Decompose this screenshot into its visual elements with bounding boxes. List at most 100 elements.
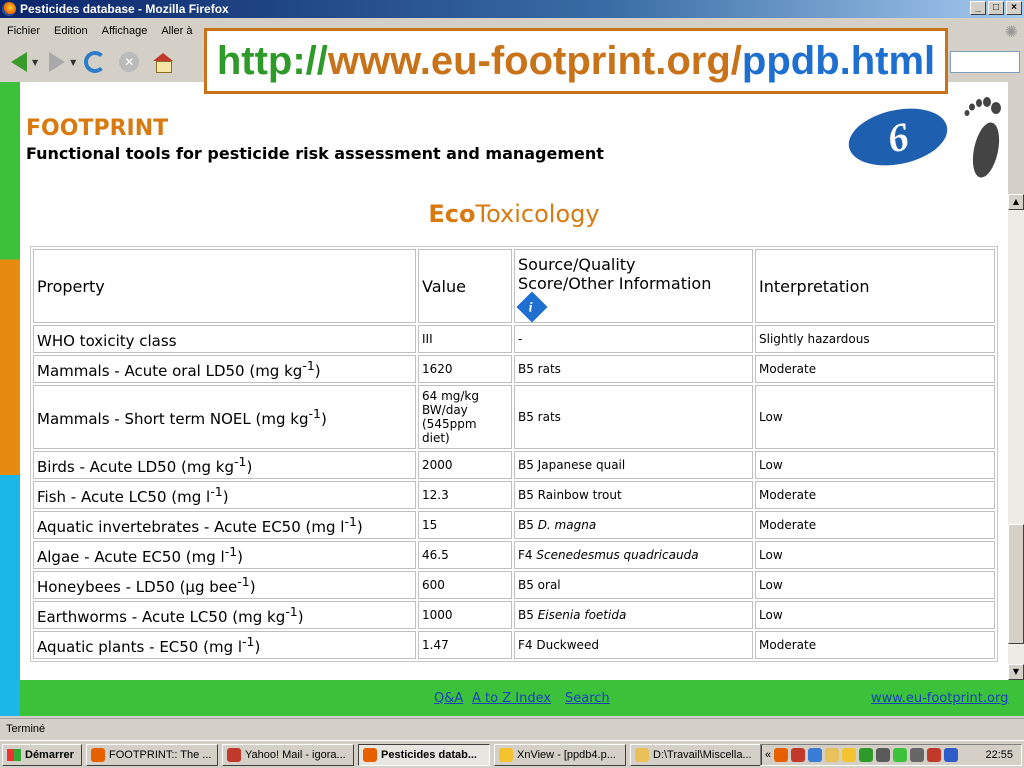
header-property: Property xyxy=(33,249,416,323)
property-suffix: ) xyxy=(237,548,244,566)
close-button[interactable]: × xyxy=(1006,1,1022,15)
cell-property: Birds - Acute LD50 (mg kg-1) xyxy=(33,451,416,479)
cell-interpretation: Low xyxy=(755,451,995,479)
footer-link-az-index[interactable]: A to Z Index xyxy=(472,691,551,706)
firefox-icon xyxy=(2,2,16,16)
cell-value: 64 mg/kg BW/day (545ppm diet) xyxy=(418,385,512,449)
task-app-icon xyxy=(363,747,377,762)
property-exponent: -1 xyxy=(344,514,357,529)
scroll-down-button[interactable]: ▼ xyxy=(1008,664,1024,680)
tray-app-icon[interactable] xyxy=(791,748,806,762)
tray-shield-icon[interactable] xyxy=(893,748,908,762)
home-icon xyxy=(153,53,174,73)
taskbar-task-button[interactable]: FOOTPRINT:: The ... xyxy=(86,743,218,766)
tray-disk-icon[interactable] xyxy=(910,748,925,762)
search-box[interactable] xyxy=(950,51,1020,73)
table-row: Earthworms - Acute LC50 (mg kg-1) 1000 B5 … xyxy=(33,601,995,629)
source-text: B5 Rainbow trout xyxy=(518,488,622,502)
table-row: Algae - Acute EC50 (mg l-1) 46.5 F4 Scened… xyxy=(33,541,995,569)
start-button[interactable]: Démarrer xyxy=(2,743,82,766)
taskbar-task-button[interactable]: D:\Travail\Miscella... xyxy=(630,743,762,766)
cell-property: Mammals - Acute oral LD50 (mg kg-1) xyxy=(33,355,416,383)
cell-source: - xyxy=(514,325,753,353)
windows-logo-icon xyxy=(7,748,21,761)
source-text: B5 Japanese quail xyxy=(518,458,626,472)
taskbar-task-button[interactable]: Pesticides datab... xyxy=(358,743,490,766)
reload-button[interactable] xyxy=(80,47,110,77)
menu-affichage[interactable]: Affichage xyxy=(95,25,155,37)
cell-property: Aquatic invertebrates - Acute EC50 (mg l… xyxy=(33,511,416,539)
forward-button[interactable] xyxy=(42,47,72,77)
menu-fichier[interactable]: Fichier xyxy=(0,25,47,37)
footer-link-search[interactable]: Search xyxy=(565,691,610,706)
cell-source: B5 rats xyxy=(514,355,753,383)
table-row: Mammals - Short term NOEL (mg kg-1) 64 mg… xyxy=(33,385,995,449)
tray-security-icon[interactable] xyxy=(859,748,874,762)
property-suffix: ) xyxy=(314,362,321,380)
menu-aller[interactable]: Aller à xyxy=(154,25,199,37)
table-body: WHO toxicity class III - Slightly hazardous… xyxy=(33,325,995,659)
task-app-icon xyxy=(91,747,105,762)
taskbar-task-button[interactable]: XnView - [ppdb4.p... xyxy=(494,743,626,766)
taskbar-task-button[interactable]: Yahoo! Mail - igora... xyxy=(222,743,354,766)
info-icon[interactable]: i xyxy=(516,290,548,323)
cell-interpretation: Moderate xyxy=(755,511,995,539)
page-content: FOOTPRINT Functional tools for pesticide… xyxy=(20,82,1008,680)
property-suffix: ) xyxy=(246,458,253,476)
page-footer: Q&A A to Z Index Search www.eu-footprint… xyxy=(20,680,1024,716)
cell-interpretation: Low xyxy=(755,385,995,449)
header-interpretation: Interpretation xyxy=(755,249,995,323)
property-suffix: ) xyxy=(222,488,229,506)
property-text: Aquatic plants - EC50 (mg l xyxy=(37,638,243,656)
property-exponent: -1 xyxy=(308,406,321,421)
property-exponent: -1 xyxy=(224,544,238,559)
back-dropdown-icon[interactable]: ▼ xyxy=(32,58,38,67)
cell-value: 12.3 xyxy=(418,481,512,509)
source-text: B5 xyxy=(518,608,538,622)
scroll-thumb[interactable] xyxy=(1008,524,1024,644)
cell-value: 1.47 xyxy=(418,631,512,659)
footer-link-qa[interactable]: Q&A xyxy=(434,691,463,706)
cell-property: Honeybees - LD50 (μg bee-1) xyxy=(33,571,416,599)
home-button[interactable] xyxy=(148,47,178,77)
table-row: Aquatic invertebrates - Acute EC50 (mg l… xyxy=(33,511,995,539)
menu-edition[interactable]: Edition xyxy=(47,25,95,37)
tray-antivirus-icon[interactable] xyxy=(927,748,942,762)
stop-button[interactable]: ✕ xyxy=(114,47,144,77)
property-exponent: -1 xyxy=(234,454,247,469)
heading-rest: Toxicology xyxy=(475,200,600,228)
tray-xnview-icon[interactable] xyxy=(842,748,857,762)
table-row: Mammals - Acute oral LD50 (mg kg-1) 1620 B… xyxy=(33,355,995,383)
taskbar-clock: 22:55 xyxy=(985,749,1013,761)
cell-source: F4 Scenedesmus quadricauda xyxy=(514,541,753,569)
vertical-scrollbar[interactable]: ▲ ▼ xyxy=(1008,194,1024,680)
cell-interpretation: Moderate xyxy=(755,631,995,659)
tray-expand-icon[interactable]: « xyxy=(765,749,771,761)
maximize-button[interactable]: □ xyxy=(988,1,1004,15)
table-row: Honeybees - LD50 (μg bee-1) 600 B5 oral Low xyxy=(33,571,995,599)
table-row: Birds - Acute LD50 (mg kg-1) 2000 B5 Japan… xyxy=(33,451,995,479)
task-label: XnView - [ppdb4.p... xyxy=(517,748,616,761)
back-button[interactable] xyxy=(4,47,34,77)
table-row: Aquatic plants - EC50 (mg l-1) 1.47 F4 Duc… xyxy=(33,631,995,659)
cell-value: 2000 xyxy=(418,451,512,479)
source-text: B5 rats xyxy=(518,362,561,376)
footer-link-site[interactable]: www.eu-footprint.org xyxy=(871,691,1008,706)
scroll-up-button[interactable]: ▲ xyxy=(1008,194,1024,210)
property-suffix: ) xyxy=(356,518,363,536)
cell-value: 600 xyxy=(418,571,512,599)
tray-firefox-icon[interactable] xyxy=(774,748,789,762)
minimize-button[interactable]: _ xyxy=(970,1,986,15)
heading-bold: Eco xyxy=(428,200,476,228)
property-suffix: ) xyxy=(249,578,256,596)
forward-dropdown-icon[interactable]: ▼ xyxy=(70,58,76,67)
property-exponent: -1 xyxy=(302,358,315,373)
tray-network-icon[interactable] xyxy=(808,748,823,762)
tray-folder-icon[interactable] xyxy=(825,748,840,762)
source-text: B5 oral xyxy=(518,578,561,592)
reload-icon xyxy=(84,51,107,73)
tray-volume-icon[interactable] xyxy=(944,748,959,762)
source-text: B5 rats xyxy=(518,410,561,424)
tray-tool-icon[interactable] xyxy=(876,748,891,762)
property-text: Algae - Acute EC50 (mg l xyxy=(37,548,225,566)
